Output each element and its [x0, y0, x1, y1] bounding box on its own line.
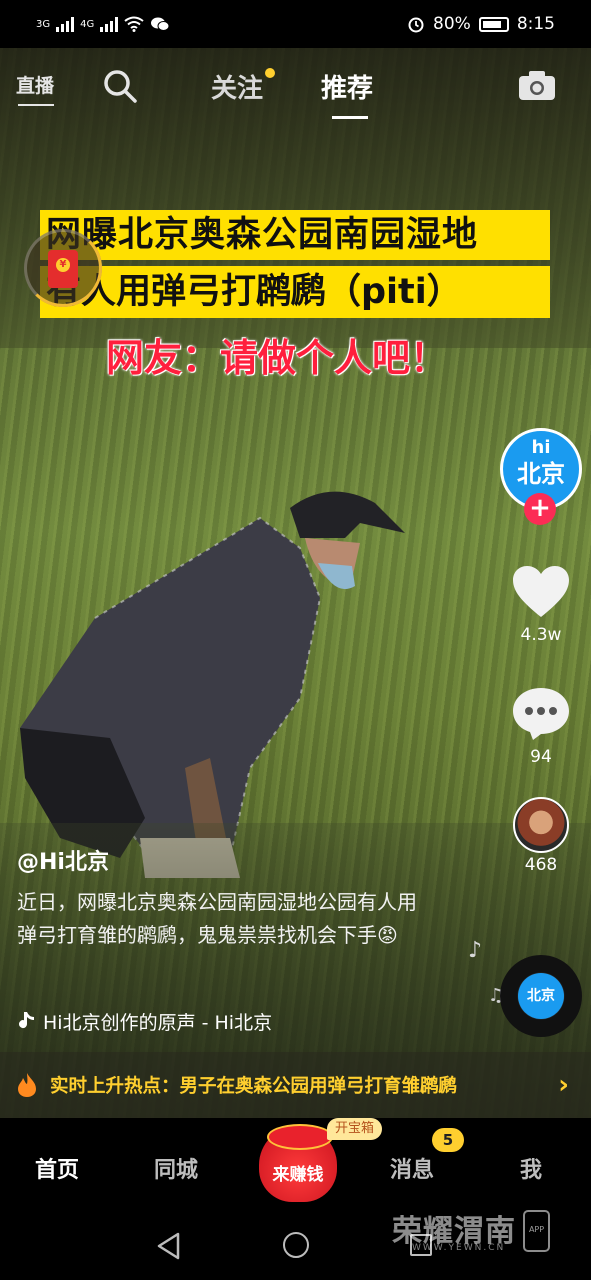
network-3g-label: 3G	[36, 18, 51, 30]
red-envelope-icon: ¥	[48, 250, 78, 288]
avatar-bj-text: 北京	[517, 460, 565, 488]
comment-count: 94	[530, 747, 552, 767]
person-with-slingshot-image	[20, 491, 405, 878]
headline-banner-1: 网曝北京奥森公园南园湿地	[40, 210, 550, 260]
hot-topic-text: 实时上升热点：男子在奥森公园用弹弓打育雏䴙䴘	[50, 1076, 458, 1097]
nav-home[interactable]: 首页	[35, 1152, 79, 1184]
like-button[interactable]: 4.3w	[506, 565, 576, 645]
red-envelope-timer[interactable]: ¥	[24, 229, 102, 307]
creator-username[interactable]: @Hi北京	[17, 844, 109, 876]
status-bar: 3G 4G 80% 8:15	[0, 0, 591, 48]
new-content-dot	[265, 68, 276, 78]
wechat-icon	[151, 17, 170, 31]
status-left: 3G 4G	[36, 16, 170, 32]
network-4g-label: 4G	[80, 18, 95, 30]
signal-icon	[56, 16, 75, 32]
battery-percent: 80%	[433, 14, 471, 34]
headline-banner-3: 网友：请做个人吧！	[106, 336, 449, 380]
treasure-box-badge: 开宝箱	[327, 1118, 383, 1140]
video-player[interactable]: 网曝北京奥森公园南园湿地 有人用弹弓打䴙䴘（piti） 网友：请做个人吧！	[0, 48, 591, 1118]
signal-icon-2	[100, 16, 119, 32]
chevron-right-icon: ›	[558, 1070, 569, 1100]
live-button[interactable]: 直播	[16, 66, 56, 106]
fire-icon	[18, 1073, 36, 1097]
home-icon[interactable]	[283, 1232, 309, 1258]
tab-follow[interactable]: 关注	[211, 68, 276, 105]
heart-icon	[513, 566, 569, 617]
watermark-app-icon: APP	[523, 1210, 550, 1252]
comment-icon	[513, 688, 569, 740]
music-disc[interactable]: 北京	[500, 955, 582, 1037]
yuan-symbol: ¥	[56, 258, 70, 272]
nav-city[interactable]: 同城	[154, 1152, 198, 1184]
avatar-hi-text: hi	[531, 437, 551, 458]
nav-messages[interactable]: 消息	[390, 1152, 434, 1184]
share-count: 468	[524, 855, 558, 875]
camera-icon[interactable]	[517, 68, 557, 102]
tab-follow-label: 关注	[211, 74, 264, 104]
messages-badge: 5	[432, 1128, 464, 1152]
share-avatar-image	[513, 797, 569, 853]
like-count: 4.3w	[520, 625, 562, 645]
music-note-icon	[19, 1012, 34, 1029]
clock-time: 8:15	[516, 14, 555, 34]
headline-banner-2: 有人用弹弓打䴙䴘（piti）	[40, 266, 550, 318]
floating-note-icon: ♪	[468, 938, 483, 963]
music-title: Hi北京创作的原声 - Hi北京	[43, 1011, 273, 1034]
disc-logo: 北京	[518, 973, 564, 1019]
video-description: 近日，网曝北京奥森公园南园湿地公园有人用弹弓打育雏的䴙䴘，鬼鬼祟祟找机会下手😡	[17, 890, 417, 947]
search-icon[interactable]	[100, 66, 140, 106]
alarm-icon	[408, 17, 424, 33]
share-button[interactable]: 468	[506, 797, 576, 875]
back-icon[interactable]	[156, 1232, 182, 1260]
battery-icon	[478, 16, 509, 32]
avatar-logo: hi 北京	[503, 437, 579, 489]
earn-money-button[interactable]: 来赚钱	[259, 1124, 337, 1202]
system-navigation-bar: 荣耀渭南 WWW.YEWN.CN APP	[0, 1210, 591, 1280]
active-tab-indicator	[332, 116, 368, 119]
wifi-icon	[124, 16, 144, 32]
earn-money-label: 来赚钱	[272, 1165, 324, 1185]
status-right: 80% 8:15	[407, 14, 555, 34]
watermark-url: WWW.YEWN.CN	[412, 1243, 506, 1253]
follow-button[interactable]: +	[524, 493, 556, 525]
nav-me[interactable]: 我	[520, 1152, 542, 1184]
comment-button[interactable]: 94	[506, 685, 576, 767]
bottom-navigation: 首页 同城 来赚钱 开宝箱 消息 5 我	[0, 1118, 591, 1210]
top-navigation: 直播 关注 推荐	[0, 48, 591, 128]
music-info[interactable]: Hi北京创作的原声 - Hi北京	[17, 1007, 317, 1035]
hot-topic-bar[interactable]: 实时上升热点：男子在奥森公园用弹弓打育雏䴙䴘 ›	[0, 1052, 591, 1118]
tab-recommend[interactable]: 推荐	[321, 68, 373, 105]
